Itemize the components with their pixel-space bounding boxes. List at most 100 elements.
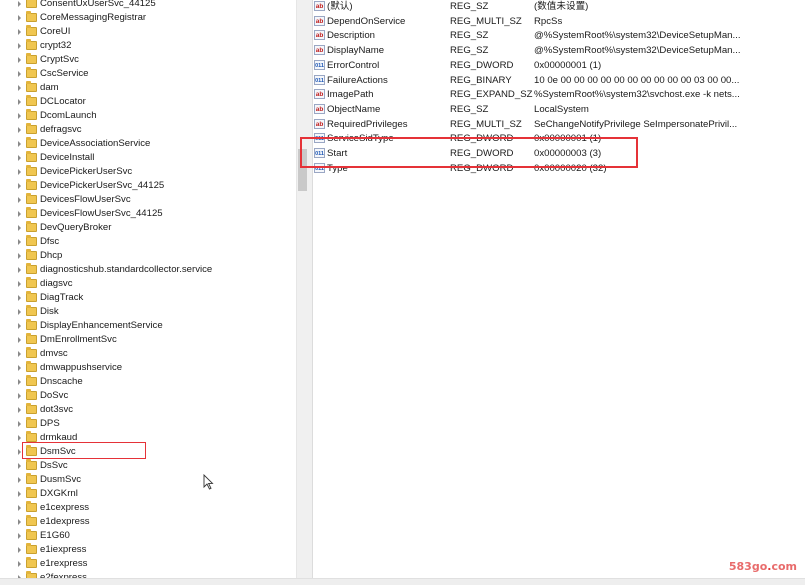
value-row[interactable]: ab RequiredPrivileges REG_MULTI_SZ SeChange… — [312, 117, 805, 132]
expand-arrow-icon[interactable] — [16, 109, 22, 123]
tree-item[interactable]: e2fexpress — [0, 571, 296, 578]
value-row[interactable]: 011 ErrorControl REG_DWORD 0x00000001 (1) — [312, 58, 805, 73]
expand-arrow-icon[interactable] — [16, 487, 22, 501]
tree-item[interactable]: DiagTrack — [0, 291, 296, 305]
expand-arrow-icon[interactable] — [16, 389, 22, 403]
tree-item[interactable]: DcomLaunch — [0, 109, 296, 123]
expand-arrow-icon[interactable] — [16, 319, 22, 333]
tree-item[interactable]: Dfsc — [0, 235, 296, 249]
expand-arrow-icon[interactable] — [16, 81, 22, 95]
expand-arrow-icon[interactable] — [16, 291, 22, 305]
tree-item[interactable]: dot3svc — [0, 403, 296, 417]
expand-arrow-icon[interactable] — [16, 557, 22, 571]
expand-arrow-icon[interactable] — [16, 361, 22, 375]
expand-arrow-icon[interactable] — [16, 431, 22, 445]
tree-item[interactable]: DPS — [0, 417, 296, 431]
tree-item[interactable]: DevicesFlowUserSvc_44125 — [0, 207, 296, 221]
tree-item[interactable]: CryptSvc — [0, 53, 296, 67]
tree-item[interactable]: DevQueryBroker — [0, 221, 296, 235]
expand-arrow-icon[interactable] — [16, 0, 22, 11]
expand-arrow-icon[interactable] — [16, 571, 22, 578]
expand-arrow-icon[interactable] — [16, 333, 22, 347]
expand-arrow-icon[interactable] — [16, 11, 22, 25]
expand-arrow-icon[interactable] — [16, 165, 22, 179]
tree-scroll-thumb[interactable] — [298, 149, 307, 191]
value-row[interactable]: 011 ServiceSidType REG_DWORD 0x00000001 (1) — [312, 131, 805, 146]
value-row[interactable]: ab (默认) REG_SZ (数值未设置) — [312, 0, 805, 14]
value-row[interactable]: ab Description REG_SZ @%SystemRoot%\system3… — [312, 28, 805, 43]
expand-arrow-icon[interactable] — [16, 543, 22, 557]
value-row[interactable]: ab ObjectName REG_SZ LocalSystem — [312, 102, 805, 117]
tree-item[interactable]: CoreMessagingRegistrar — [0, 11, 296, 25]
tree-item[interactable]: DusmSvc — [0, 473, 296, 487]
tree-item[interactable]: dam — [0, 81, 296, 95]
expand-arrow-icon[interactable] — [16, 25, 22, 39]
expand-arrow-icon[interactable] — [16, 235, 22, 249]
expand-arrow-icon[interactable] — [16, 123, 22, 137]
tree-item[interactable]: Disk — [0, 305, 296, 319]
tree-item[interactable]: DoSvc — [0, 389, 296, 403]
expand-arrow-icon[interactable] — [16, 403, 22, 417]
tree-item[interactable]: DevicePickerUserSvc_44125 — [0, 179, 296, 193]
tree-item[interactable]: Dnscache — [0, 375, 296, 389]
tree-item[interactable]: crypt32 — [0, 39, 296, 53]
tree-item[interactable]: DsmSvc — [0, 445, 296, 459]
tree-item[interactable]: DevicePickerUserSvc — [0, 165, 296, 179]
value-row[interactable]: 011 Start REG_DWORD 0x00000003 (3) — [312, 146, 805, 161]
value-row[interactable]: ab ImagePath REG_EXPAND_SZ %SystemRoot%\sys… — [312, 87, 805, 102]
tree-item[interactable]: DmEnrollmentSvc — [0, 333, 296, 347]
tree-item[interactable]: CscService — [0, 67, 296, 81]
expand-arrow-icon[interactable] — [16, 417, 22, 431]
expand-arrow-icon[interactable] — [16, 375, 22, 389]
expand-arrow-icon[interactable] — [16, 529, 22, 543]
expand-arrow-icon[interactable] — [16, 137, 22, 151]
expand-arrow-icon[interactable] — [16, 501, 22, 515]
tree-item[interactable]: diagnosticshub.standardcollector.service — [0, 263, 296, 277]
tree-item[interactable]: DXGKrnl — [0, 487, 296, 501]
expand-arrow-icon[interactable] — [16, 179, 22, 193]
value-row[interactable]: ab DisplayName REG_SZ @%SystemRoot%\system3… — [312, 43, 805, 58]
expand-arrow-icon[interactable] — [16, 207, 22, 221]
expand-arrow-icon[interactable] — [16, 515, 22, 529]
expand-arrow-icon[interactable] — [16, 53, 22, 67]
tree-item[interactable]: e1cexpress — [0, 501, 296, 515]
tree-item[interactable]: e1dexpress — [0, 515, 296, 529]
tree-item[interactable]: DsSvc — [0, 459, 296, 473]
tree-item[interactable]: diagsvc — [0, 277, 296, 291]
tree-item[interactable]: e1iexpress — [0, 543, 296, 557]
tree-item[interactable]: DeviceInstall — [0, 151, 296, 165]
registry-values-list[interactable]: ab (默认) REG_SZ (数值未设置) ab DependOnService REG_… — [312, 0, 805, 578]
tree-item[interactable]: DeviceAssociationService — [0, 137, 296, 151]
expand-arrow-icon[interactable] — [16, 249, 22, 263]
tree-item[interactable]: E1G60 — [0, 529, 296, 543]
tree-item[interactable]: ConsentUxUserSvc_44125 — [0, 0, 296, 11]
tree-item[interactable]: Dhcp — [0, 249, 296, 263]
registry-key-tree[interactable]: ConsentUxUserSvc_44125 CoreMessagingRegis… — [0, 0, 296, 578]
value-row[interactable]: ab DependOnService REG_MULTI_SZ RpcSs — [312, 14, 805, 29]
tree-item[interactable]: DCLocator — [0, 95, 296, 109]
value-row[interactable]: 011 FailureActions REG_BINARY 10 0e 00 00 0… — [312, 73, 805, 88]
expand-arrow-icon[interactable] — [16, 67, 22, 81]
expand-arrow-icon[interactable] — [16, 263, 22, 277]
value-row[interactable]: 011 Type REG_DWORD 0x00000020 (32) — [312, 161, 805, 176]
tree-item[interactable]: CoreUI — [0, 25, 296, 39]
expand-arrow-icon[interactable] — [16, 305, 22, 319]
tree-item[interactable]: dmvsc — [0, 347, 296, 361]
expand-arrow-icon[interactable] — [16, 95, 22, 109]
expand-arrow-icon[interactable] — [16, 347, 22, 361]
expand-arrow-icon[interactable] — [16, 193, 22, 207]
expand-arrow-icon[interactable] — [16, 445, 22, 459]
expand-arrow-icon[interactable] — [16, 221, 22, 235]
expand-arrow-icon[interactable] — [16, 151, 22, 165]
tree-item[interactable]: drmkaud — [0, 431, 296, 445]
tree-item[interactable]: DisplayEnhancementService — [0, 319, 296, 333]
tree-item[interactable]: dmwappushservice — [0, 361, 296, 375]
tree-item[interactable]: e1rexpress — [0, 557, 296, 571]
expand-arrow-icon[interactable] — [16, 473, 22, 487]
value-data: 0x00000001 (1) — [534, 133, 602, 145]
tree-item[interactable]: DevicesFlowUserSvc — [0, 193, 296, 207]
expand-arrow-icon[interactable] — [16, 459, 22, 473]
expand-arrow-icon[interactable] — [16, 39, 22, 53]
expand-arrow-icon[interactable] — [16, 277, 22, 291]
tree-item[interactable]: defragsvc — [0, 123, 296, 137]
